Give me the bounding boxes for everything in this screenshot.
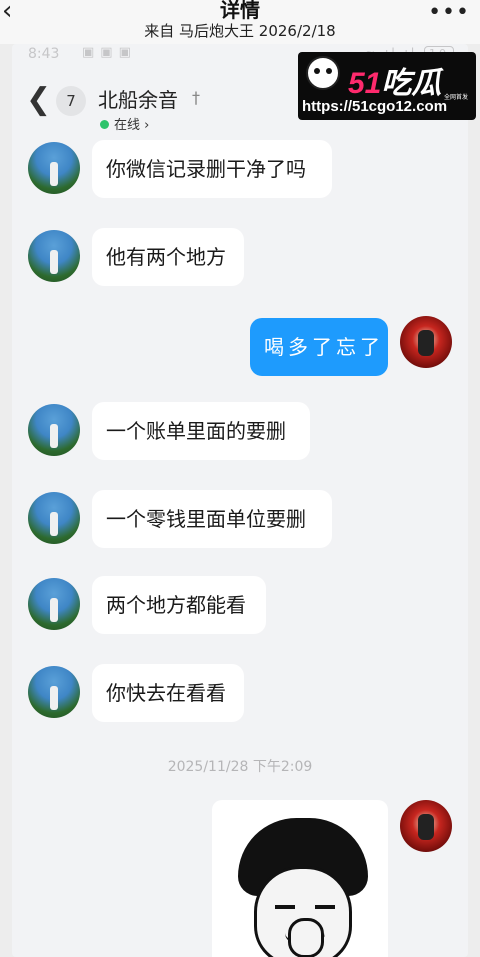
avatar[interactable] bbox=[28, 142, 80, 194]
online-status-dot bbox=[100, 120, 109, 129]
message-bubble[interactable]: 你快去在看看 bbox=[92, 664, 244, 722]
status-icons: ▣▣▣ bbox=[82, 45, 137, 60]
message-bubble[interactable]: 你微信记录删干净了吗 bbox=[92, 140, 332, 198]
watermark-logo: 51吃瓜 全网首发 https://51cgo12.com bbox=[298, 52, 476, 120]
mascot-icon bbox=[306, 56, 340, 90]
viewer-subtitle: 来自 马后炮大王 2026/2/18 bbox=[144, 22, 336, 40]
avatar[interactable] bbox=[400, 316, 452, 368]
message-bubble[interactable]: 一个零钱里面单位要删 bbox=[92, 490, 332, 548]
watermark-url: https://51cgo12.com bbox=[302, 98, 448, 115]
avatar[interactable] bbox=[28, 492, 80, 544]
message-timestamp: 2025/11/28 下午2:09 bbox=[167, 759, 313, 775]
earpiece-icon: † bbox=[192, 88, 200, 107]
more-dots-icon[interactable]: ••• bbox=[428, 0, 470, 25]
avatar[interactable] bbox=[28, 666, 80, 718]
message-bubble[interactable]: 两个地方都能看 bbox=[92, 576, 266, 634]
watermark-brand: 51吃瓜 bbox=[348, 67, 442, 100]
avatar[interactable] bbox=[28, 230, 80, 282]
message-bubble[interactable]: 喝多了忘了 bbox=[250, 318, 388, 376]
sticker-eye bbox=[275, 905, 295, 909]
status-time: 8:43 bbox=[28, 46, 60, 62]
unread-count-badge: 7 bbox=[56, 86, 86, 116]
viewer-header: ‹ 详情 来自 马后炮大王 2026/2/18 ••• bbox=[0, 0, 480, 44]
sticker-eye bbox=[315, 905, 335, 909]
avatar[interactable] bbox=[28, 578, 80, 630]
avatar[interactable] bbox=[400, 800, 452, 852]
message-bubble[interactable]: 一个账单里面的要删 bbox=[92, 402, 310, 460]
message-bubble[interactable]: 他有两个地方 bbox=[92, 228, 244, 286]
avatar[interactable] bbox=[28, 404, 80, 456]
sticker-image[interactable] bbox=[212, 800, 388, 957]
chat-screenshot: 8:43 ▣▣▣ ≈ ıl ıl 10 ❮ 7 北船余音 † 在线 › 你微信记… bbox=[12, 44, 468, 957]
chevron-left-icon[interactable]: ❮ bbox=[26, 82, 51, 117]
sticker-hand bbox=[288, 918, 324, 957]
watermark-tag: 全网首发 bbox=[444, 94, 469, 101]
contact-name[interactable]: 北船余音 bbox=[98, 84, 178, 113]
online-status[interactable]: 在线 › bbox=[114, 114, 149, 133]
